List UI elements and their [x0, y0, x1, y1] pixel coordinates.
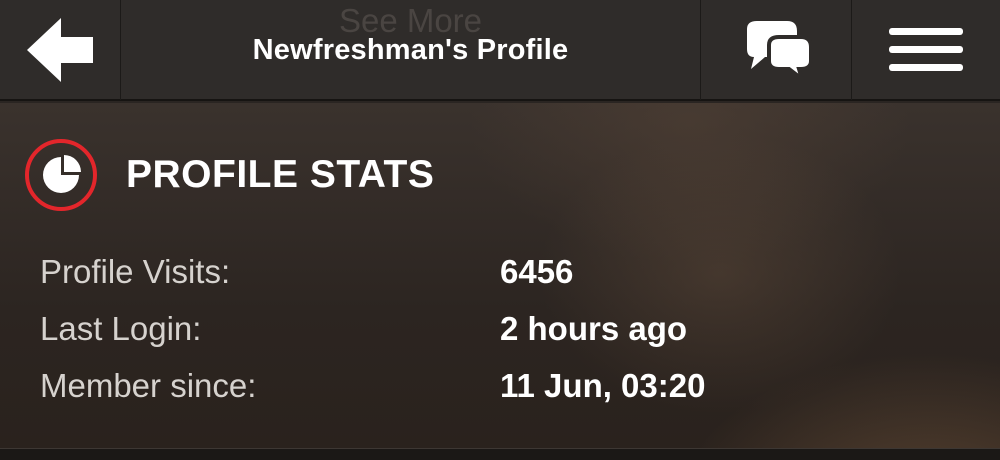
back-button[interactable] [0, 0, 121, 100]
stat-row-member-since: Member since: 11 Jun, 03:20 [0, 367, 1000, 419]
stat-value: 6456 [500, 253, 574, 290]
pie-chart-icon [24, 138, 98, 212]
chat-bubbles-icon [747, 21, 813, 81]
stat-label: Profile Visits: [40, 253, 231, 290]
back-arrow-icon [27, 18, 93, 82]
stat-label: Last Login: [40, 310, 202, 347]
stat-row-profile-visits: Profile Visits: 6456 [0, 253, 1000, 305]
stat-value: 11 Jun, 03:20 [500, 367, 706, 404]
stat-row-last-login: Last Login: 2 hours ago [0, 310, 1000, 362]
chat-button[interactable] [700, 0, 852, 100]
page-title: Newfreshman's Profile [252, 33, 569, 66]
profile-stats-panel: PROFILE STATS Profile Visits: 6456 Last … [0, 103, 1000, 448]
stat-value: 2 hours ago [500, 310, 688, 347]
title-area: See More Newfreshman's Profile [121, 0, 700, 100]
top-bar: See More Newfreshman's Profile [0, 0, 1000, 101]
menu-button[interactable] [852, 0, 1000, 100]
hamburger-menu-icon [889, 28, 963, 71]
stat-label: Member since: [40, 367, 257, 404]
section-header: PROFILE STATS [24, 138, 434, 212]
section-title: PROFILE STATS [126, 153, 435, 196]
bottom-divider [0, 448, 1000, 460]
